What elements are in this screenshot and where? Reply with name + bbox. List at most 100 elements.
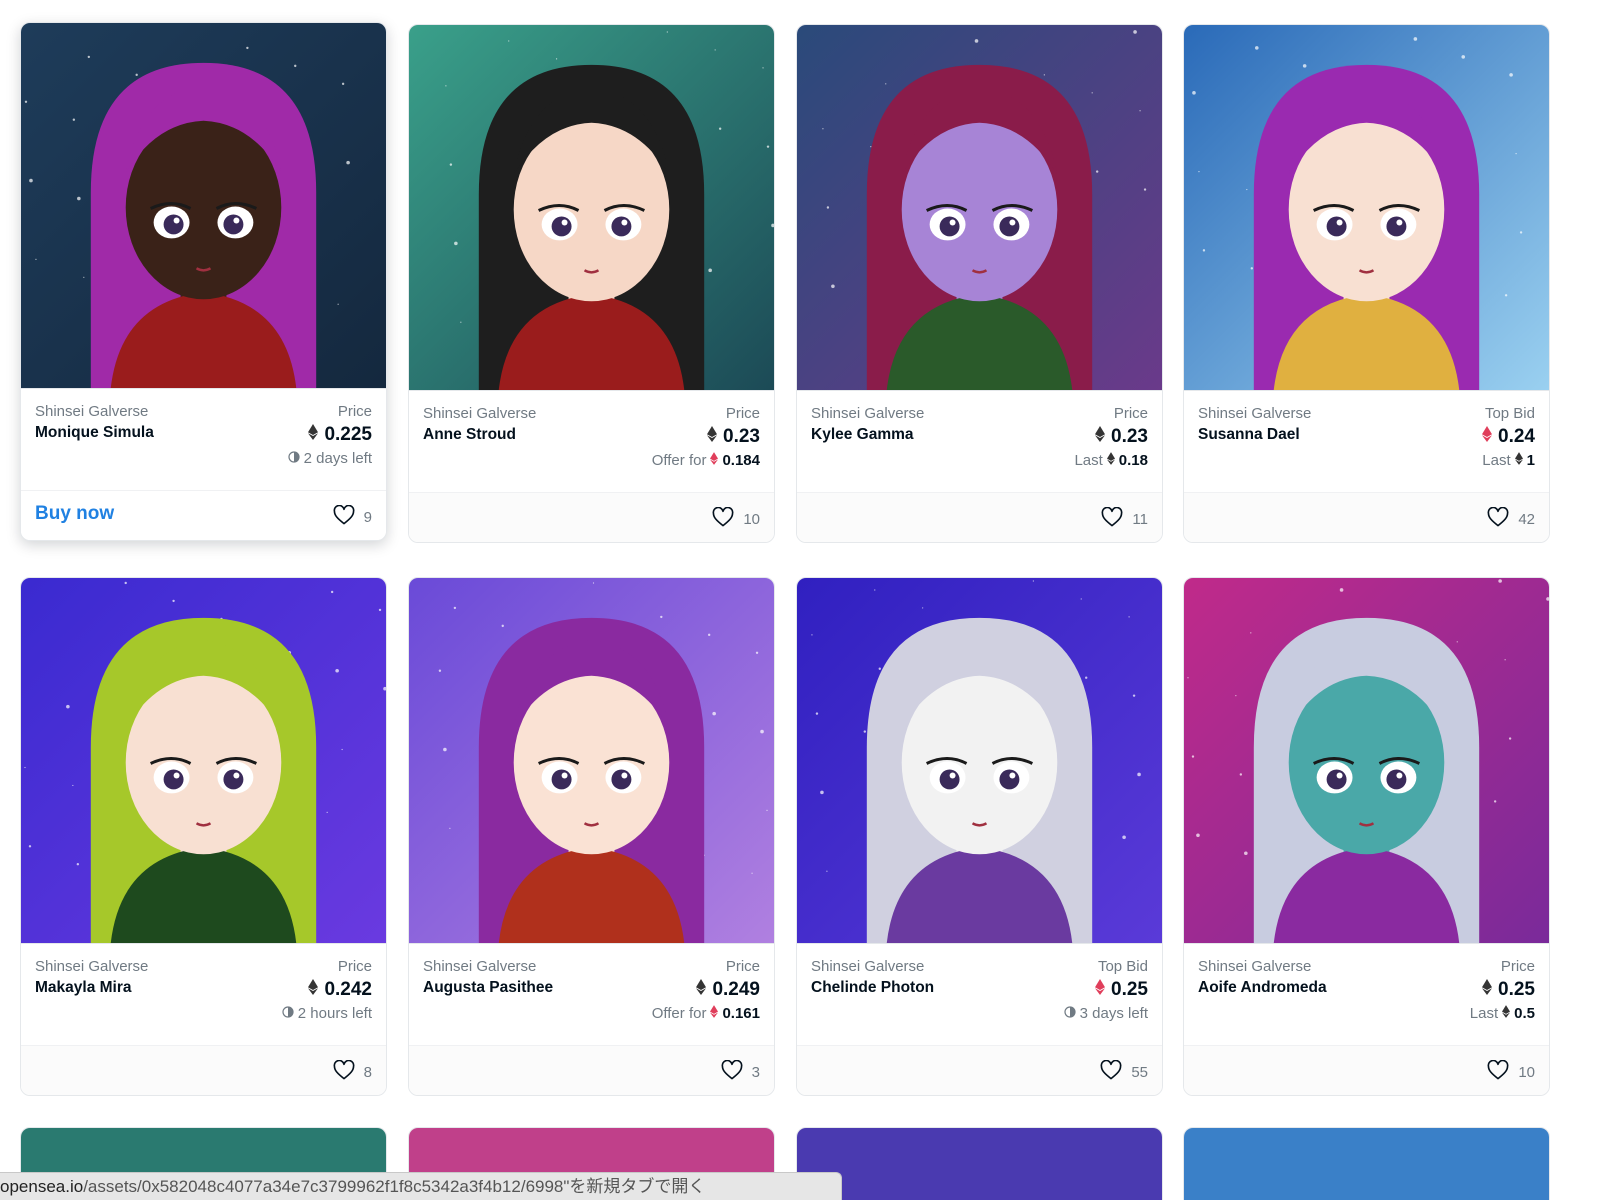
like-count: 9	[363, 508, 372, 526]
nft-image[interactable]	[797, 578, 1162, 944]
nft-image[interactable]	[1184, 578, 1549, 944]
eth-icon	[308, 424, 319, 446]
card-info: Shinsei Galverse Chelinde Photon Top Bid…	[797, 944, 1162, 1044]
card-footer: 8	[21, 1045, 386, 1095]
nft-image[interactable]	[409, 25, 774, 391]
price-label: Price	[1500, 958, 1535, 975]
favorite-button[interactable]: 55	[1100, 1059, 1148, 1084]
status-bar-host: opensea.io	[0, 1177, 84, 1196]
nft-image[interactable]	[797, 25, 1162, 391]
price-sub-row: 2 days left	[288, 450, 372, 467]
nft-card[interactable]: Shinsei Galverse Chelinde Photon Top Bid…	[796, 577, 1163, 1096]
clock-icon	[288, 450, 300, 467]
item-name: Chelinde Photon	[811, 979, 935, 996]
like-count: 10	[1518, 1063, 1535, 1081]
nft-card[interactable]: Shinsei Galverse Monique Simula Price 0.…	[20, 22, 387, 541]
collection-name[interactable]: Shinsei Galverse	[35, 403, 148, 420]
price-sub-row: Offer for 0.161	[652, 1005, 760, 1022]
collection-name[interactable]: Shinsei Galverse	[1198, 958, 1311, 975]
item-name: Anne Stroud	[423, 426, 516, 443]
nft-card[interactable]: Shinsei Galverse Susanna Dael Top Bid 0.…	[1183, 24, 1550, 543]
weth-icon	[710, 1005, 719, 1022]
favorite-button[interactable]: 11	[1101, 506, 1148, 531]
card-info: Shinsei Galverse Susanna Dael Top Bid 0.…	[1184, 391, 1549, 491]
nft-card[interactable]: Shinsei Galverse Makayla Mira Price 0.24…	[20, 577, 387, 1096]
heart-icon	[333, 504, 355, 529]
sub-prefix: Offer for	[651, 452, 707, 469]
buy-now-button[interactable]: Buy now	[35, 503, 114, 525]
price-value: 0.225	[324, 424, 372, 445]
card-info: Shinsei Galverse Makayla Mira Price 0.24…	[21, 944, 386, 1044]
nft-card[interactable]: Shinsei Galverse Kylee Gamma Price 0.23 …	[796, 24, 1163, 543]
card-footer: 42	[1184, 492, 1549, 542]
favorite-button[interactable]: 8	[333, 1059, 372, 1084]
sub-value: 0.5	[1514, 1005, 1535, 1022]
collection-name[interactable]: Shinsei Galverse	[811, 958, 924, 975]
price-sub-row: 2 hours left	[282, 1005, 372, 1022]
card-footer: Buy now 9	[21, 490, 386, 540]
price-value: 0.25	[1111, 979, 1148, 1000]
nft-card[interactable]: Shinsei Galverse Anne Stroud Price 0.23 …	[408, 24, 775, 543]
item-name: Kylee Gamma	[811, 426, 914, 443]
status-bar-path: /assets/0x582048c4077a34e7c3799962f1f8c5…	[83, 1177, 706, 1196]
weth-icon	[1482, 426, 1493, 448]
price-value: 0.25	[1498, 979, 1535, 1000]
nft-image[interactable]	[21, 578, 386, 944]
eth-icon	[1106, 452, 1115, 469]
heart-icon	[721, 1059, 743, 1084]
nft-image[interactable]	[797, 1128, 1162, 1200]
nft-grid: Shinsei Galverse Monique Simula Price 0.…	[0, 0, 1602, 1200]
favorite-button[interactable]: 10	[1487, 1059, 1535, 1084]
price-value: 0.23	[1111, 426, 1148, 447]
nft-image[interactable]	[1184, 1128, 1549, 1200]
sub-value: 2 hours left	[297, 1005, 372, 1022]
item-name: Aoife Andromeda	[1198, 979, 1327, 996]
price: 0.25	[1482, 979, 1535, 1001]
item-name: Makayla Mira	[35, 979, 132, 996]
card-footer: 10	[409, 492, 774, 542]
nft-card-partial[interactable]	[796, 1127, 1163, 1200]
like-count: 42	[1518, 510, 1535, 528]
collection-name[interactable]: Shinsei Galverse	[1198, 405, 1311, 422]
heart-icon	[1100, 1059, 1122, 1084]
eth-icon	[308, 979, 319, 1001]
favorite-button[interactable]: 3	[721, 1059, 760, 1084]
price-label: Price	[337, 403, 372, 420]
collection-name[interactable]: Shinsei Galverse	[35, 958, 148, 975]
heart-icon	[1487, 506, 1509, 531]
card-footer: 11	[797, 492, 1162, 542]
price: 0.225	[308, 424, 372, 446]
price-value: 0.24	[1498, 426, 1535, 447]
price-sub-row: 3 days left	[1064, 1005, 1148, 1022]
collection-name[interactable]: Shinsei Galverse	[423, 958, 536, 975]
weth-icon	[1095, 979, 1106, 1001]
favorite-button[interactable]: 10	[712, 506, 760, 531]
clock-icon	[282, 1005, 294, 1022]
price-label: Top Bid	[1097, 958, 1148, 975]
favorite-button[interactable]: 9	[333, 504, 372, 529]
card-footer: 10	[1184, 1045, 1549, 1095]
heart-icon	[333, 1059, 355, 1084]
nft-card[interactable]: Shinsei Galverse Augusta Pasithee Price …	[408, 577, 775, 1096]
nft-card-partial[interactable]	[1183, 1127, 1550, 1200]
nft-image[interactable]	[1184, 25, 1549, 391]
nft-card[interactable]: Shinsei Galverse Aoife Andromeda Price 0…	[1183, 577, 1550, 1096]
heart-icon	[1487, 1059, 1509, 1084]
eth-icon	[1482, 979, 1493, 1001]
nft-image[interactable]	[409, 578, 774, 944]
clock-icon	[1064, 1005, 1076, 1022]
nft-image[interactable]	[21, 23, 386, 389]
like-count: 55	[1131, 1063, 1148, 1081]
like-count: 8	[363, 1063, 372, 1081]
collection-name[interactable]: Shinsei Galverse	[811, 405, 924, 422]
favorite-button[interactable]: 42	[1487, 506, 1535, 531]
price-label: Price	[725, 958, 760, 975]
card-info: Shinsei Galverse Monique Simula Price 0.…	[21, 389, 386, 489]
price-label: Top Bid	[1484, 405, 1535, 422]
price-label: Price	[337, 958, 372, 975]
like-count: 3	[751, 1063, 760, 1081]
heart-icon	[712, 506, 734, 531]
price-value: 0.249	[712, 979, 760, 1000]
collection-name[interactable]: Shinsei Galverse	[423, 405, 536, 422]
card-info: Shinsei Galverse Augusta Pasithee Price …	[409, 944, 774, 1044]
